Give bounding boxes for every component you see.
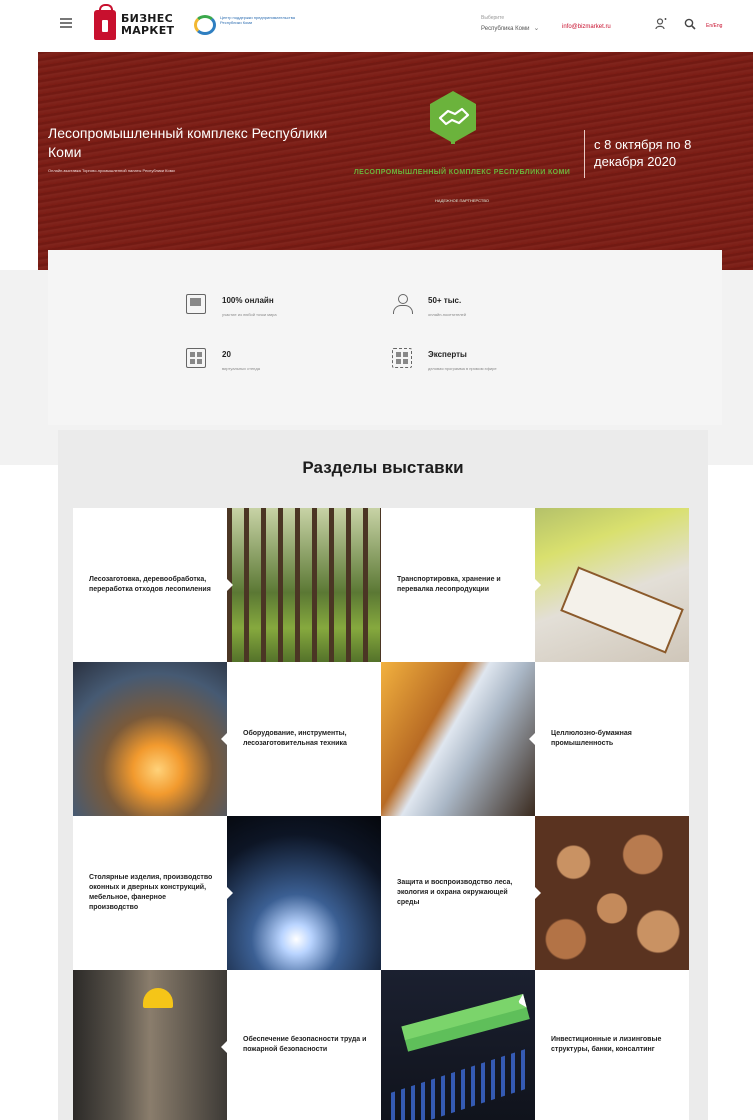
sections-title: Разделы выставки: [302, 458, 464, 477]
screen-icon: [186, 294, 206, 314]
people-icon: [392, 294, 413, 314]
partner-logo-text: Центр поддержки предпринимательства Респ…: [220, 15, 296, 25]
section-tile-pulp-paper[interactable]: Целлюлозно-бумажная промышленность: [535, 662, 689, 816]
section-tile-transport[interactable]: Транспортировка, хранение и перевалка ле…: [381, 508, 535, 662]
section-label: Столярные изделия, производство оконных …: [89, 874, 213, 911]
bizmarket-logo-icon[interactable]: [94, 4, 116, 40]
section-tile-joinery[interactable]: Столярные изделия, производство оконных …: [73, 816, 227, 970]
logo-text-line2: МАРКЕТ: [121, 24, 175, 37]
welding-image: [227, 816, 381, 970]
stat-title: 50+ тыс.: [428, 296, 462, 305]
section-label: Защита и воспроизводство леса, экология …: [397, 879, 513, 906]
section-label: Инвестиционные и лизинговые структуры, б…: [551, 1036, 662, 1053]
stat-desc: виртуальных стенда: [222, 366, 260, 371]
hero-subtitle: Онлайн-выставка Торгово-промышленной пал…: [48, 168, 175, 173]
finance-chart-image: [381, 970, 535, 1120]
stat-desc: деловая программа в прямом эфире: [428, 366, 497, 371]
hero-banner: Лесопромышленный комплекс Республики Ком…: [38, 52, 753, 270]
expo-name: ЛЕСОПРОМЫШЛЕННЫЙ КОМПЛЕКС РЕСПУБЛИКИ КОМ…: [353, 169, 571, 176]
section-tile-forest-protection[interactable]: Защита и воспроизводство леса, экология …: [381, 816, 535, 970]
section-label: Лесозаготовка, деревообработка, перерабо…: [89, 576, 211, 593]
region-label: Выберите: [481, 15, 505, 21]
section-tile-logging[interactable]: Лесозаготовка, деревообработка, перерабо…: [73, 508, 227, 662]
clipboard-image: [535, 508, 689, 662]
expo-tagline: НАДЕЖНОЕ ПАРТНЕРСТВО: [434, 198, 490, 203]
grid-icon: [186, 348, 206, 368]
firewood-image: [535, 816, 689, 970]
hero-dates: с 8 октября по 8 декабря 2020: [594, 137, 692, 169]
hero-divider: [584, 130, 585, 178]
site-header: БИЗНЕС МАРКЕТ Центр поддержки предприним…: [0, 0, 753, 52]
section-label: Оборудование, инструменты, лесозаготовит…: [243, 730, 347, 747]
stat-title: Эксперты: [428, 350, 467, 359]
experts-icon: [392, 348, 412, 368]
section-label: Обеспечение безопасности труда и пожарно…: [243, 1036, 367, 1053]
grinding-sparks-image: [73, 662, 227, 816]
bizmarket-logo-text[interactable]: БИЗНЕС МАРКЕТ: [121, 13, 174, 37]
stat-desc: онлайн-посетителей: [428, 312, 466, 317]
section-label: Целлюлозно-бумажная промышленность: [551, 730, 632, 747]
section-tile-equipment[interactable]: Оборудование, инструменты, лесозаготовит…: [227, 662, 381, 816]
region-select[interactable]: Республика Коми: [481, 24, 539, 32]
email-link[interactable]: info@bizmarket.ru: [562, 24, 611, 30]
stat-title: 20: [222, 350, 231, 359]
paper-stack-image: [381, 662, 535, 816]
language-switch[interactable]: En/Eng: [706, 23, 722, 29]
section-tile-investment[interactable]: Инвестиционные и лизинговые структуры, б…: [535, 970, 689, 1120]
stat-desc: участие из любой точки мира: [222, 312, 277, 317]
hero-title: Лесопромышленный комплекс Республики Ком…: [48, 125, 328, 160]
section-tile-safety[interactable]: Обеспечение безопасности труда и пожарно…: [227, 970, 381, 1120]
search-icon[interactable]: [684, 18, 696, 30]
worker-helmet-image: [73, 970, 227, 1120]
partner-logo-icon[interactable]: [194, 15, 216, 35]
handshake-hex-icon: [430, 91, 476, 144]
stats-card: 100% онлайн участие из любой точки мира …: [48, 250, 722, 425]
forest-image: [227, 508, 381, 662]
user-icon[interactable]: [655, 18, 667, 30]
menu-icon[interactable]: [60, 18, 72, 28]
stat-title: 100% онлайн: [222, 296, 274, 305]
section-label: Транспортировка, хранение и перевалка ле…: [397, 576, 501, 593]
